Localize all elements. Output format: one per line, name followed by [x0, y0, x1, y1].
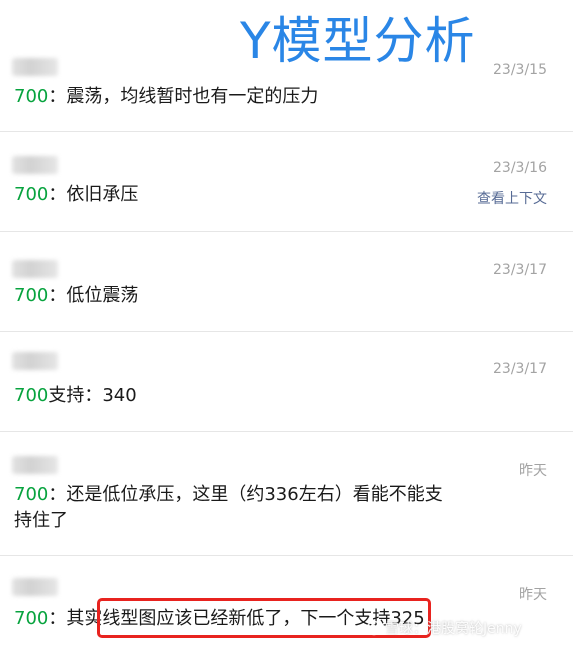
- blurred-username: [12, 58, 58, 76]
- comment-body: ：还是低位承压，这里（约336左右）看能不能支持住了: [14, 484, 443, 531]
- comment-item: 23/3/17 700：低位震荡: [0, 232, 573, 332]
- ticker-code: 700: [14, 385, 49, 406]
- blurred-username: [12, 260, 58, 278]
- comment-date: 23/3/17: [493, 361, 547, 377]
- comment-date: 23/3/17: [493, 262, 547, 278]
- comment-date: 昨天: [519, 463, 547, 479]
- comment-text: 700：还是低位承压，这里（约336左右）看能不能支持住了: [14, 482, 454, 534]
- ticker-code: 700: [14, 285, 49, 306]
- comment-item: 23/3/17 700支持：340: [0, 332, 573, 432]
- blurred-username: [12, 456, 58, 474]
- comment-body: ：震荡，均线暂时也有一定的压力: [48, 86, 319, 107]
- blurred-username: [12, 578, 58, 596]
- comment-text: 700：依旧承压: [14, 182, 454, 208]
- blurred-username: [12, 352, 58, 370]
- overlay-title: Y模型分析: [240, 12, 476, 70]
- ticker-code: 700: [14, 86, 49, 107]
- comment-item: 昨天 700：还是低位承压，这里（约336左右）看能不能支持住了: [0, 432, 573, 556]
- comment-date: 23/3/16: [493, 160, 547, 176]
- view-context-link[interactable]: 查看上下文: [477, 188, 547, 208]
- comment-body: ：依旧承压: [48, 184, 139, 205]
- comment-item: 23/3/16 700：依旧承压 查看上下文: [0, 132, 573, 232]
- snowball-logo-icon: [366, 620, 382, 636]
- comment-date: 23/3/15: [493, 62, 547, 78]
- blurred-username: [12, 156, 58, 174]
- watermark: 雪球：港股窝轮Jenny: [366, 618, 522, 638]
- comment-date: 昨天: [519, 587, 547, 603]
- ticker-code: 700: [14, 184, 49, 205]
- watermark-text: 雪球：港股窝轮Jenny: [385, 621, 522, 637]
- ticker-code: 700: [14, 484, 49, 505]
- comment-text: 700支持：340: [14, 383, 454, 409]
- ticker-code: 700: [14, 608, 49, 629]
- comment-text: 700：低位震荡: [14, 283, 454, 309]
- comment-body: 支持：340: [48, 385, 137, 406]
- comment-body: ：低位震荡: [48, 285, 139, 306]
- comment-text: 700：震荡，均线暂时也有一定的压力: [14, 84, 454, 110]
